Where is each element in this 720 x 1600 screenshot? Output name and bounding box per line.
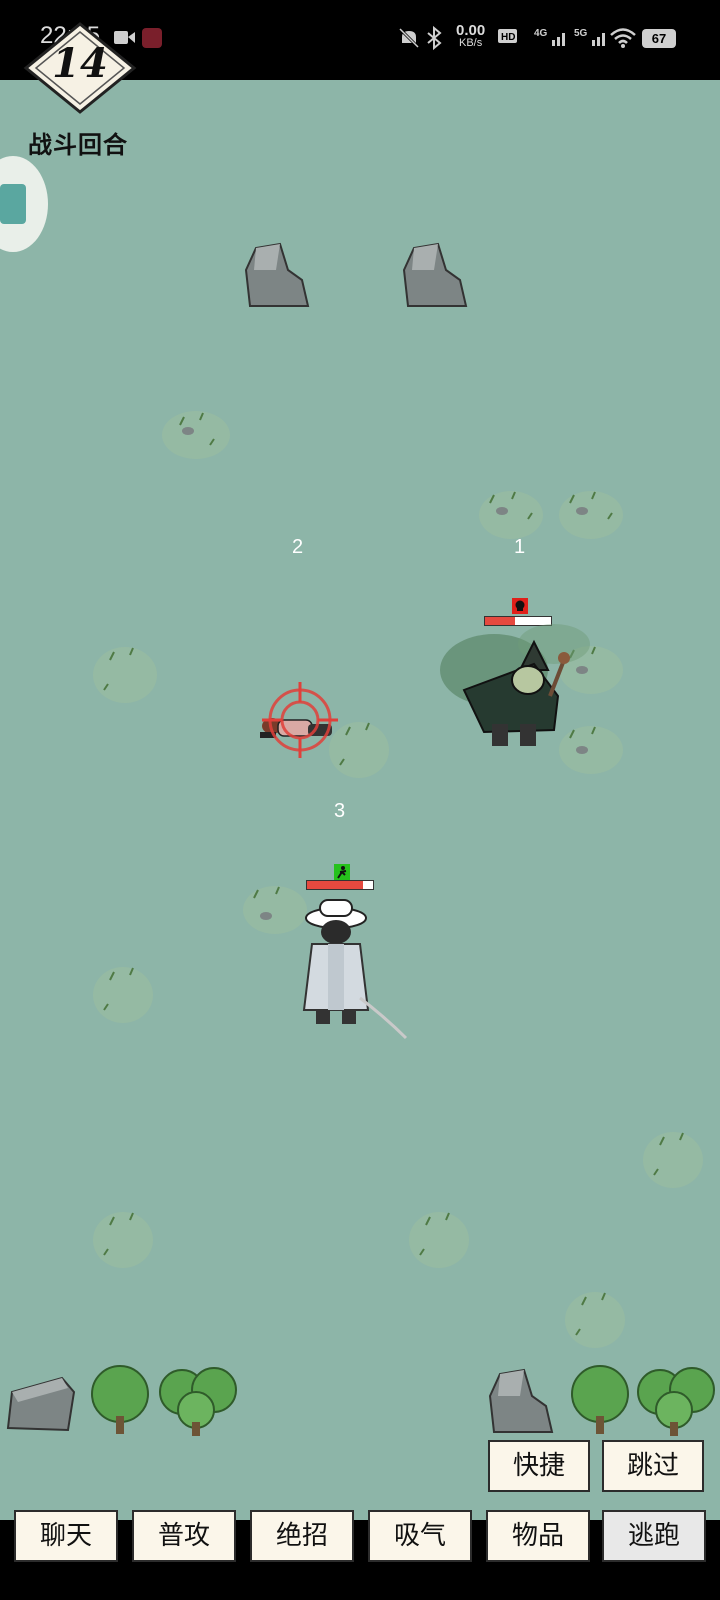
skip-button[interactable]: 跳过 (602, 1440, 704, 1492)
grass-patch (409, 1212, 469, 1268)
rock (488, 1368, 554, 1433)
ultimate-button[interactable]: 绝招 (250, 1510, 354, 1562)
hd-icon: HD (498, 29, 517, 43)
mute-icon (398, 27, 420, 49)
net-speed: 0.00 KB/s (456, 22, 486, 49)
tree (571, 1365, 629, 1434)
player-status-run-icon (334, 864, 350, 880)
flee-button[interactable]: 逃跑 (602, 1510, 706, 1562)
side-menu-tab[interactable] (0, 156, 48, 252)
battery-icon: 67 (642, 29, 676, 48)
grass-patch (93, 1212, 153, 1268)
wifi-icon (610, 28, 636, 48)
app-notification-icon (142, 28, 162, 48)
grass-patch (162, 411, 230, 459)
items-button[interactable]: 物品 (486, 1510, 590, 1562)
player-unit[interactable] (298, 898, 418, 1040)
rock (244, 242, 310, 307)
enemy-unit[interactable] (434, 620, 594, 770)
svg-text:5G: 5G (574, 28, 588, 39)
player-hp-bar (306, 880, 374, 890)
target-crosshair-icon (262, 682, 338, 758)
svg-text:4G: 4G (534, 28, 548, 39)
rock (402, 242, 468, 307)
round-number: 14 (52, 40, 108, 87)
grass-patch (93, 647, 157, 703)
quick-button[interactable]: 快捷 (488, 1440, 590, 1492)
grass-patch (559, 491, 623, 539)
round-label: 战斗回合 (28, 131, 128, 159)
tree (91, 1365, 149, 1434)
grass-patch (565, 1292, 625, 1348)
signal-4g-icon: 4G (534, 28, 565, 46)
enemy-status-skull-icon (512, 598, 528, 614)
svg-text:HD: HD (501, 32, 515, 43)
rock (6, 1376, 76, 1432)
grass-patch (93, 967, 153, 1023)
normal-attack-button[interactable]: 普攻 (132, 1510, 236, 1562)
grass-patch (479, 491, 543, 539)
signal-5g-icon: 5G (574, 28, 605, 46)
position-marker-1[interactable]: 1 (514, 536, 525, 559)
player-hp-fill (307, 881, 364, 889)
tree-cluster (637, 1367, 715, 1436)
grass-patch (643, 1132, 703, 1188)
chat-button[interactable]: 聊天 (14, 1510, 118, 1562)
tree-cluster (159, 1367, 237, 1436)
inhale-button[interactable]: 吸气 (368, 1510, 472, 1562)
side-menu-icon (0, 184, 26, 224)
bluetooth-icon (427, 25, 442, 51)
position-marker-3[interactable]: 3 (334, 800, 345, 823)
position-marker-2[interactable]: 2 (292, 536, 303, 559)
